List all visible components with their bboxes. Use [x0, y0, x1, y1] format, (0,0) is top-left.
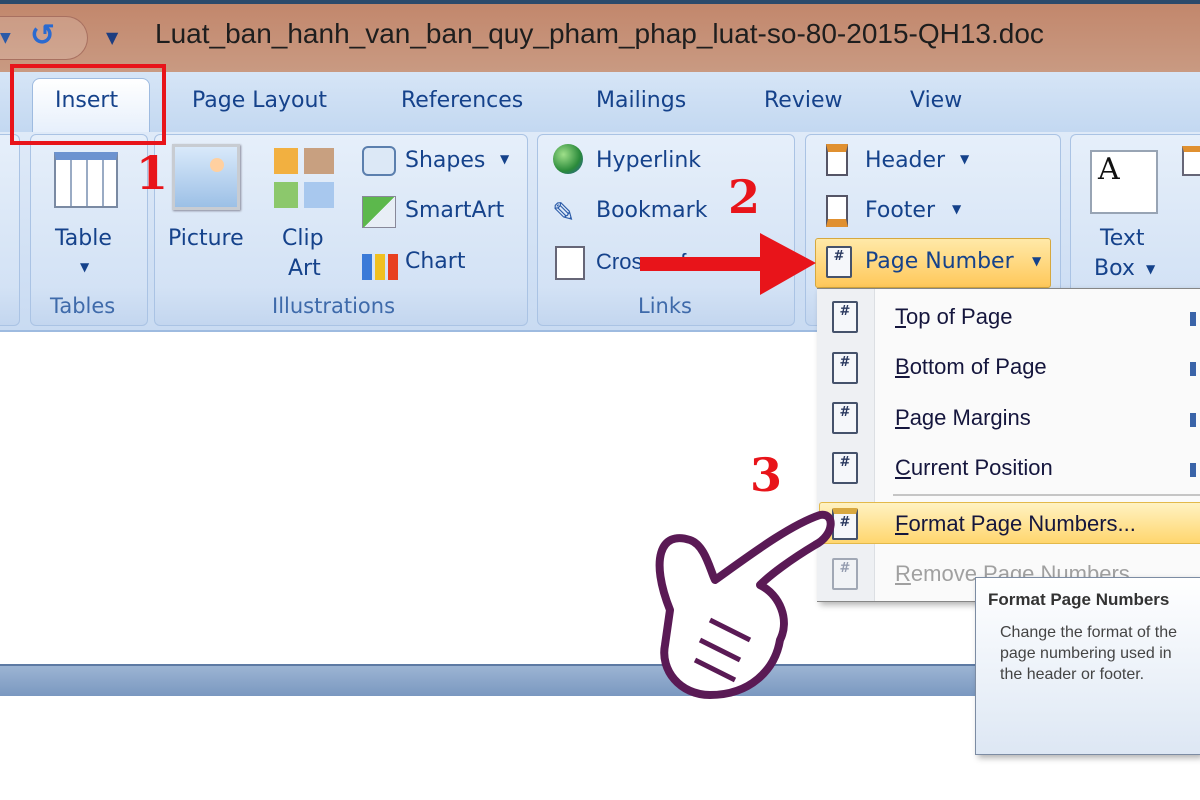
footer-button[interactable]: Footer [865, 198, 935, 223]
page-number-dropdown-icon: ▼ [1032, 254, 1042, 268]
submenu-arrow-icon [1190, 312, 1196, 326]
chart-icon [362, 248, 398, 280]
tooltip-body: Change the format of the page numbering … [1000, 622, 1192, 685]
current-position-icon: # [832, 452, 858, 484]
top-of-page-icon: # [832, 301, 858, 333]
submenu-arrow-icon [1190, 463, 1196, 477]
smartart-button[interactable]: SmartArt [405, 198, 504, 223]
table-button[interactable]: Table [55, 226, 112, 251]
picture-icon [172, 144, 240, 210]
table-dropdown-icon: ▼ [80, 260, 90, 274]
page-number-icon: # [826, 246, 852, 278]
clip-art-button-line2: Art [288, 256, 321, 281]
tables-group-label: Tables [50, 294, 116, 318]
tooltip-title: Format Page Numbers [988, 590, 1170, 609]
customize-toolbar-icon[interactable]: ▼ [106, 28, 118, 47]
bottom-of-page-icon: # [832, 352, 858, 384]
quick-parts-icon [1182, 146, 1200, 176]
header-dropdown-icon: ▼ [960, 152, 970, 166]
menu-item-page-margins[interactable]: Page Margins [895, 405, 1031, 431]
submenu-arrow-icon [1190, 413, 1196, 427]
table-icon [54, 152, 118, 208]
menu-item-bottom-of-page[interactable]: Bottom of Page [895, 354, 1047, 380]
menu-separator [893, 494, 1200, 496]
redo-icon[interactable]: ↺ [30, 18, 55, 53]
bookmark-button[interactable]: Bookmark [596, 198, 707, 223]
text-box-icon: A [1090, 150, 1158, 214]
header-button[interactable]: Header [865, 148, 945, 173]
text-box-button-line2: Box [1094, 256, 1135, 281]
shapes-icon [362, 146, 396, 176]
undo-dropdown-icon[interactable]: ▼ [0, 30, 11, 46]
bookmark-icon: ✎ [552, 196, 576, 229]
text-box-dropdown-icon: ▼ [1146, 262, 1156, 276]
picture-button[interactable]: Picture [168, 226, 244, 251]
annotation-arrow-icon [640, 233, 816, 295]
annotation-step-2: 2 [728, 170, 761, 224]
page-margins-icon: # [832, 402, 858, 434]
page-number-label: Page Number [865, 249, 1014, 274]
chart-button[interactable]: Chart [405, 249, 465, 274]
shapes-button[interactable]: Shapes [405, 148, 485, 173]
submenu-arrow-icon [1190, 362, 1196, 376]
smartart-icon [362, 196, 396, 228]
hyperlink-icon [553, 144, 583, 174]
sun-icon [210, 158, 224, 172]
shapes-dropdown-icon: ▼ [500, 152, 510, 166]
menu-item-format-page-numbers[interactable]: Format Page Numbers... [895, 511, 1136, 537]
tab-references[interactable]: References [401, 88, 523, 113]
tab-review[interactable]: Review [764, 88, 843, 113]
header-icon [826, 144, 848, 176]
annotation-step-3: 3 [750, 448, 783, 502]
ribbon-group-pages [0, 134, 20, 326]
annotation-step-1: 1 [136, 146, 169, 200]
menu-item-current-position[interactable]: Current Position [895, 455, 1053, 481]
clip-art-icon [274, 148, 334, 208]
tab-view[interactable]: View [910, 88, 962, 113]
annotation-highlight-box [10, 64, 166, 145]
pointing-hand-icon [655, 510, 835, 699]
text-box-button[interactable]: Text [1100, 226, 1145, 251]
clip-art-button[interactable]: Clip [282, 226, 324, 251]
illustrations-group-label: Illustrations [272, 294, 396, 318]
window-title: Luat_ban_hanh_van_ban_quy_pham_phap_luat… [155, 18, 1044, 49]
menu-item-top-of-page[interactable]: Top of Page [895, 304, 1012, 330]
tab-mailings[interactable]: Mailings [596, 88, 686, 113]
tooltip-line: footer. [1099, 666, 1145, 683]
hyperlink-button[interactable]: Hyperlink [596, 148, 701, 173]
footer-dropdown-icon: ▼ [952, 202, 962, 216]
tab-page-layout[interactable]: Page Layout [192, 88, 327, 113]
cross-reference-icon [555, 246, 585, 280]
footer-icon [826, 195, 848, 227]
